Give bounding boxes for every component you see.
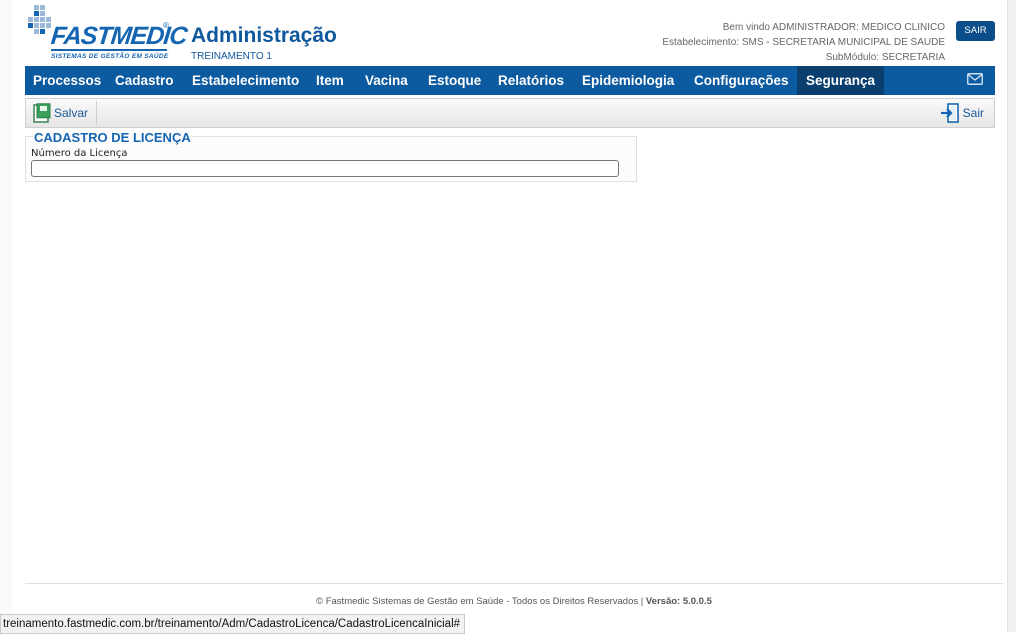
exit-button[interactable]: Sair — [940, 99, 984, 127]
menu-item-relatorios[interactable]: Relatórios — [498, 66, 564, 95]
footer-divider — [25, 583, 1003, 584]
left-edge — [0, 0, 12, 632]
license-number-input[interactable] — [31, 160, 619, 177]
logo-underline — [51, 49, 167, 51]
action-toolbar: Salvar Sair — [25, 98, 995, 128]
menu-item-cadastro[interactable]: Cadastro — [115, 66, 174, 95]
menu-item-seguranca[interactable]: Segurança — [797, 66, 885, 95]
footer-version: Versão: 5.0.0.5 — [645, 596, 712, 607]
user-info: Bem vindo ADMINISTRADOR: MEDICO CLINICO … — [662, 20, 945, 65]
save-button[interactable]: Salvar — [33, 99, 88, 127]
logout-button[interactable]: SAIR — [956, 21, 995, 41]
menu-item-estabelecimento[interactable]: Estabelecimento — [192, 66, 299, 95]
cross-logo-icon — [28, 5, 51, 34]
save-icon — [33, 103, 51, 123]
registered-mark: ® — [163, 21, 169, 30]
toolbar-divider — [96, 101, 97, 125]
welcome-text: Bem vindo ADMINISTRADOR: MEDICO CLINICO — [722, 22, 945, 33]
license-form-panel: CADASTRO DE LICENÇA Número da Licença — [25, 130, 637, 182]
fastmedic-logo: FASTMEDIC SISTEMAS DE GESTÃO EM SAÚDE ® — [25, 5, 188, 63]
page-subtitle: TREINAMENTO 1 — [191, 51, 272, 62]
menu-item-configuracoes[interactable]: Configurações — [694, 66, 789, 95]
exit-icon — [940, 103, 959, 123]
menu-item-vacina[interactable]: Vacina — [365, 66, 408, 95]
exit-label: Sair — [962, 106, 984, 120]
menu-item-epidemiologia[interactable]: Epidemiologia — [582, 66, 674, 95]
footer-copyright: © Fastmedic Sistemas de Gestão em Saúde … — [316, 596, 646, 607]
menu-item-estoque[interactable]: Estoque — [428, 66, 481, 95]
logo-tagline: SISTEMAS DE GESTÃO EM SAÚDE — [51, 53, 169, 60]
menu-item-processos[interactable]: Processos — [33, 66, 101, 95]
page-footer: © Fastmedic Sistemas de Gestão em Saúde … — [25, 596, 1003, 607]
page-header: FASTMEDIC SISTEMAS DE GESTÃO EM SAÚDE ® … — [25, 0, 995, 66]
main-menu: Processos Cadastro Estabelecimento Item … — [25, 66, 995, 95]
license-number-label: Número da Licença — [31, 148, 128, 159]
establishment-text: Estabelecimento: SMS - SECRETARIA MUNICI… — [662, 37, 945, 48]
page-title: Administração — [191, 24, 337, 47]
envelope-icon[interactable] — [967, 73, 983, 85]
form-title: CADASTRO DE LICENÇA — [33, 130, 192, 145]
vertical-scrollbar[interactable] — [1007, 0, 1016, 632]
submodule-text: SubMódulo: SECRETARIA — [825, 52, 945, 63]
menu-item-item[interactable]: Item — [316, 66, 344, 95]
save-label: Salvar — [54, 106, 89, 120]
browser-status-url: treinamento.fastmedic.com.br/treinamento… — [0, 614, 466, 634]
